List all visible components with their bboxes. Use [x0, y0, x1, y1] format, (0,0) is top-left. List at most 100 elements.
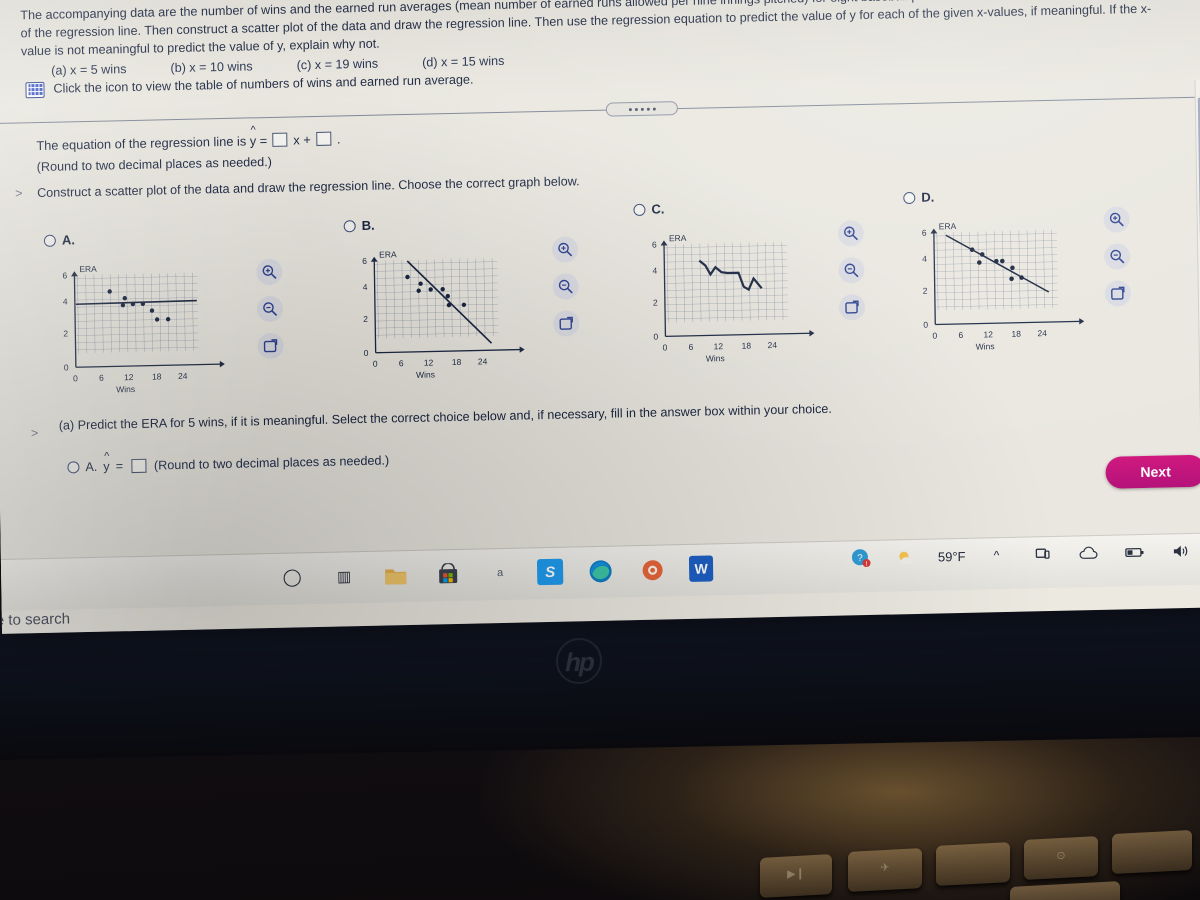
part-a-choice-a[interactable]: A. ^ y = (Round to two decimal places as … [67, 451, 390, 474]
chart-a-ytick-4: 4 [63, 296, 68, 306]
choice-option-d[interactable]: D. ERA 6 4 2 0 0 6 12 18 24 Wins [903, 186, 1132, 360]
chart-a-xtick-6: 6 [99, 373, 104, 383]
divider-pill[interactable] [605, 101, 678, 117]
weather-icon[interactable] [892, 542, 922, 573]
regression-equation-row: The equation of the regression line is ^… [36, 124, 341, 155]
firefox-icon[interactable] [637, 554, 667, 585]
subpart-b: (b) x = 10 wins [170, 58, 253, 75]
svg-text:2: 2 [653, 298, 658, 308]
expand-caret-icon: > [30, 426, 39, 441]
chart-b-tools[interactable] [551, 236, 580, 337]
svg-text:18: 18 [1011, 329, 1021, 339]
edge-icon[interactable] [585, 556, 615, 587]
search-input[interactable]: e to search [0, 610, 70, 629]
chart-a-tools[interactable] [256, 258, 284, 360]
cortana-circle-icon[interactable]: ◯ [277, 562, 307, 593]
chart-d-xlabel: Wins [976, 341, 995, 351]
choice-a-header[interactable]: A. [43, 229, 234, 248]
chart-b: ERA 6 4 2 0 0 6 12 18 24 Wins [362, 249, 525, 380]
weather-temp[interactable]: 59°F [938, 548, 966, 564]
zoom-out-icon[interactable] [552, 273, 579, 300]
file-explorer-icon[interactable] [381, 560, 411, 591]
help-icon[interactable]: ?! [846, 543, 876, 574]
svg-text:6: 6 [958, 330, 963, 340]
svg-text:0: 0 [364, 348, 369, 358]
svg-text:4: 4 [922, 254, 927, 264]
word-icon[interactable]: W [688, 555, 714, 582]
intercept-input[interactable] [316, 131, 332, 146]
display-icon[interactable] [1027, 539, 1057, 570]
choice-b-header[interactable]: B. [343, 214, 534, 233]
choice-d-header[interactable]: D. [903, 186, 1093, 205]
zoom-out-icon[interactable] [256, 295, 284, 323]
popout-icon[interactable] [838, 294, 866, 321]
choice-option-a[interactable]: A. ERA 6 4 2 0 0 6 12 18 24 Wins [43, 229, 284, 403]
chart-a-xtick-12: 12 [124, 372, 134, 382]
svg-text:24: 24 [1037, 328, 1047, 338]
zoom-out-icon[interactable] [1104, 243, 1131, 270]
chart-a-wrap: ERA 6 4 2 0 0 6 12 18 24 Wins [44, 254, 284, 403]
key: ✈ [848, 848, 922, 892]
subpart-a: (a) x = 5 wins [51, 61, 127, 78]
battery-icon[interactable] [1119, 537, 1149, 568]
zoom-in-icon[interactable] [1103, 206, 1130, 233]
chart-c-tools[interactable] [837, 220, 866, 321]
laptop-screen: The accompanying data are the number of … [0, 0, 1200, 634]
choice-b-label: B. [361, 217, 375, 233]
svg-text:2: 2 [923, 286, 928, 296]
volume-icon[interactable] [1165, 536, 1195, 567]
chart-b-wrap: ERA 6 4 2 0 0 6 12 18 24 Wins [344, 236, 580, 388]
svg-text:12: 12 [714, 341, 724, 351]
svg-text:6: 6 [362, 256, 367, 266]
chart-d-tools[interactable] [1103, 206, 1132, 307]
next-button[interactable]: Next [1105, 454, 1200, 489]
part-a-question: > (a) Predict the ERA for 5 wins, if it … [31, 401, 832, 440]
office-icon[interactable]: a [485, 558, 515, 589]
part-a-round-note: (Round to two decimal places as needed.) [153, 453, 390, 473]
choice-c-label: C. [651, 201, 665, 217]
radio-c[interactable] [633, 203, 646, 216]
zoom-in-icon[interactable] [551, 236, 579, 263]
subpart-c: (c) x = 19 wins [296, 56, 379, 72]
part-a-equals: = [115, 459, 124, 474]
svg-text:6: 6 [689, 342, 694, 352]
task-view-icon[interactable]: ▥ [329, 561, 359, 592]
popout-icon[interactable] [553, 310, 580, 337]
equation-period: . [336, 131, 341, 147]
show-hidden-icons-icon[interactable]: ^ [981, 540, 1011, 571]
chart-d: ERA 6 4 2 0 0 6 12 18 24 Wins [922, 221, 1085, 352]
radio-d[interactable] [903, 191, 916, 204]
chart-a-ytick-2: 2 [63, 328, 68, 338]
mathxl-exercise-page: The accompanying data are the number of … [0, 0, 1200, 574]
part-a-label: (a) Predict the ERA for 5 wins, if it is… [58, 401, 832, 433]
zoom-out-icon[interactable] [838, 257, 865, 284]
choice-option-b[interactable]: B. ERA 6 4 2 0 0 6 12 18 24 Wins [343, 214, 580, 388]
s-app-icon[interactable]: S [536, 558, 564, 586]
svg-text:0: 0 [923, 320, 928, 330]
popout-icon[interactable] [1104, 280, 1132, 307]
radio-a[interactable] [43, 234, 56, 247]
radio-b[interactable] [343, 219, 356, 232]
popout-icon[interactable] [257, 332, 284, 360]
chart-c: ERA 6 4 2 0 0 6 12 18 24 Wins [652, 233, 815, 364]
scroll-up-arrow[interactable]: ▲ [1195, 79, 1200, 93]
microsoft-store-icon[interactable] [433, 559, 463, 590]
zoom-in-icon[interactable] [837, 220, 865, 247]
key: ⊙ [1024, 836, 1098, 880]
chart-c-ylabel: ERA [669, 233, 687, 243]
part-a-answer-input[interactable] [130, 458, 147, 474]
construct-instruction: > Construct a scatter plot of the data a… [15, 173, 580, 203]
table-icon[interactable] [25, 81, 45, 99]
zoom-in-icon[interactable] [256, 258, 283, 286]
onedrive-icon[interactable] [1073, 538, 1103, 569]
choice-option-c[interactable]: C. ERA 6 4 2 0 0 6 12 18 24 Wins [633, 198, 866, 372]
chart-c-xlabel: Wins [706, 353, 725, 363]
slope-input[interactable] [272, 132, 288, 147]
chart-a: ERA 6 4 2 0 0 6 12 18 24 Wins [62, 264, 225, 394]
x-term: x + [293, 132, 311, 148]
radio-part-a-choice-a[interactable] [67, 461, 80, 474]
problem-statement: The accompanying data are the number of … [20, 0, 1171, 78]
key [936, 842, 1010, 886]
key: ▶❙ [760, 854, 832, 898]
choice-c-header[interactable]: C. [633, 198, 823, 217]
